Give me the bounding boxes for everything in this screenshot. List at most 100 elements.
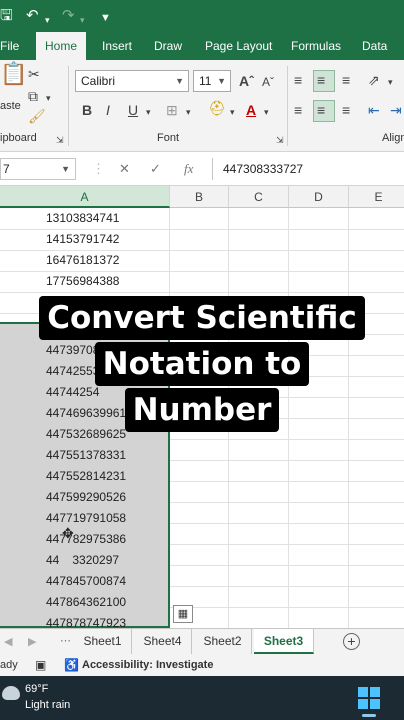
copy-dropdown-icon[interactable]: ▾ — [46, 90, 51, 106]
align-bottom-icon[interactable]: ≡ — [342, 72, 350, 88]
tab-page-layout[interactable]: Page Layout — [205, 32, 272, 60]
cut-icon[interactable]: ✂ — [28, 66, 40, 82]
formula-input[interactable]: 447308333727 — [212, 158, 404, 180]
underline-icon[interactable]: U — [128, 102, 138, 118]
chevron-down-icon: ▼ — [61, 164, 70, 174]
column-header-a[interactable]: A — [0, 186, 170, 208]
cell-a[interactable]: 447845700874 — [0, 571, 168, 592]
align-left-icon[interactable]: ≡ — [294, 102, 302, 118]
align-center-icon: ≡ — [317, 102, 326, 118]
fill-color-icon[interactable]: ⛑ — [208, 100, 226, 116]
borders-dropdown-icon[interactable]: ▾ — [186, 104, 191, 120]
cell-a[interactable]: 44 3320297 — [0, 550, 168, 571]
align-middle-icon: ≡ — [317, 72, 326, 88]
paste-label[interactable]: aste — [0, 100, 21, 112]
macro-record-icon[interactable]: ▣ — [35, 654, 46, 676]
accessibility-status[interactable]: Accessibility: Investigate — [82, 654, 213, 676]
cell-a[interactable]: 13103834741 — [0, 208, 168, 229]
font-size-value: 11 — [199, 74, 212, 88]
sheet-tab-sheet3[interactable]: Sheet3 — [254, 629, 314, 654]
cell-a[interactable]: 17756984388 — [0, 271, 168, 292]
align-top-icon[interactable]: ≡ — [294, 72, 302, 88]
name-box[interactable]: 7 ▼ — [0, 158, 76, 180]
paste-icon[interactable]: 📋 — [0, 63, 27, 85]
cancel-icon[interactable]: ✕ — [119, 161, 130, 177]
clipboard-launcher-icon[interactable]: ⇲ — [56, 132, 64, 148]
copy-icon[interactable]: ⧉ — [28, 88, 38, 104]
column-header-b[interactable]: B — [170, 186, 229, 208]
customize-quick-access-icon[interactable]: ▼ — [100, 9, 111, 27]
redo-dropdown-icon[interactable]: ▾ — [80, 11, 85, 29]
tab-draw[interactable]: Draw — [154, 32, 182, 60]
column-header-c[interactable]: C — [229, 186, 289, 208]
column-header-e[interactable]: E — [349, 186, 404, 208]
cell-a[interactable]: 447599290526 — [0, 487, 168, 508]
alignment-group-label: Align — [382, 132, 404, 144]
tab-insert[interactable]: Insert — [102, 32, 132, 60]
insert-function-icon[interactable]: fx — [184, 161, 193, 177]
grid-row-line — [0, 292, 404, 293]
chevron-down-icon: ▼ — [175, 76, 184, 86]
caption-line-2: Notation to — [0, 342, 404, 386]
decrease-font-icon[interactable]: Aˇ — [262, 74, 274, 90]
orientation-icon[interactable]: ⇗ — [368, 72, 380, 88]
enter-icon[interactable]: ✓ — [150, 161, 161, 177]
status-bar: ady ▣ ♿ Accessibility: Investigate — [0, 654, 404, 676]
more-options-icon[interactable]: ⋮ — [92, 161, 105, 177]
clipboard-group-label: ipboard — [0, 132, 37, 144]
cell-a[interactable]: 447782975386 — [0, 529, 168, 550]
next-sheet-icon[interactable]: ▶ — [28, 634, 36, 650]
add-sheet-icon[interactable]: + — [343, 633, 360, 650]
redo-icon[interactable]: ↷ — [62, 7, 75, 25]
sheet-tab-sheet2[interactable]: Sheet2 — [194, 629, 252, 654]
underline-dropdown-icon[interactable]: ▾ — [146, 104, 151, 120]
fill-color-dropdown-icon[interactable]: ▾ — [230, 104, 235, 120]
ribbon-tabs: File Home Insert Draw Page Layout Formul… — [0, 32, 404, 60]
weather-temperature[interactable]: 69°F — [25, 683, 48, 695]
windows-start-icon[interactable] — [358, 687, 380, 709]
status-ready: ady — [0, 659, 18, 671]
italic-icon[interactable]: I — [106, 102, 110, 118]
increase-indent-icon[interactable]: ⇥ — [390, 102, 402, 118]
cell-a[interactable]: 447864362100 — [0, 592, 168, 613]
sheet-tab-sheet4[interactable]: Sheet4 — [134, 629, 192, 654]
tab-home[interactable]: Home — [36, 32, 87, 60]
cloud-rain-icon[interactable] — [2, 686, 20, 700]
align-right-icon[interactable]: ≡ — [342, 102, 350, 118]
tab-data[interactable]: Data — [362, 32, 387, 60]
undo-dropdown-icon[interactable]: ▾ — [45, 11, 50, 29]
caption-line-3: Number — [0, 388, 404, 432]
font-color-icon[interactable]: A — [246, 102, 256, 118]
borders-icon[interactable]: ⊞ — [166, 102, 178, 118]
font-launcher-icon[interactable]: ⇲ — [276, 132, 284, 148]
quick-analysis-icon[interactable]: ▦ — [173, 605, 193, 623]
name-box-value: 7 — [3, 162, 10, 176]
bold-icon[interactable]: B — [82, 102, 92, 118]
cell-a[interactable]: 447551378331 — [0, 445, 168, 466]
sheet-tab-sheet1[interactable]: Sheet1 — [74, 629, 132, 654]
cell-a[interactable]: 447719791058 — [0, 508, 168, 529]
cell-a[interactable]: 16476181372 — [0, 250, 168, 271]
chevron-down-icon: ▼ — [217, 76, 226, 86]
previous-sheet-icon[interactable]: ◀ — [4, 634, 12, 650]
more-sheets-icon[interactable]: ⋯ — [60, 633, 71, 649]
tab-formulas[interactable]: Formulas — [291, 32, 341, 60]
orientation-dropdown-icon[interactable]: ▾ — [388, 74, 393, 90]
decrease-indent-icon[interactable]: ⇤ — [368, 102, 380, 118]
cell-a[interactable]: 14153791742 — [0, 229, 168, 250]
sheet-tab-bar: ◀ ▶ ⋯ Sheet1 Sheet4 Sheet2 Sheet3 + — [0, 628, 404, 654]
font-name-box[interactable]: Calibri ▼ — [75, 70, 189, 92]
cell-a[interactable]: 447552814231 — [0, 466, 168, 487]
increase-font-icon[interactable]: Aˆ — [239, 73, 254, 89]
font-color-dropdown-icon[interactable]: ▾ — [264, 104, 269, 120]
formula-bar: 7 ▼ ⋮ ✕ ✓ fx 447308333727 — [0, 152, 404, 186]
format-painter-icon[interactable]: 🖌 — [28, 108, 46, 124]
save-icon[interactable]: 🖫 — [0, 7, 13, 25]
accessibility-icon[interactable]: ♿ — [64, 654, 79, 676]
tab-file[interactable]: File — [0, 32, 19, 60]
column-header-d[interactable]: D — [289, 186, 349, 208]
cell-a[interactable]: 447878747923 — [0, 613, 168, 628]
weather-description[interactable]: Light rain — [25, 699, 70, 711]
font-size-box[interactable]: 11 ▼ — [193, 70, 231, 92]
undo-icon[interactable]: ↶ — [26, 7, 39, 25]
